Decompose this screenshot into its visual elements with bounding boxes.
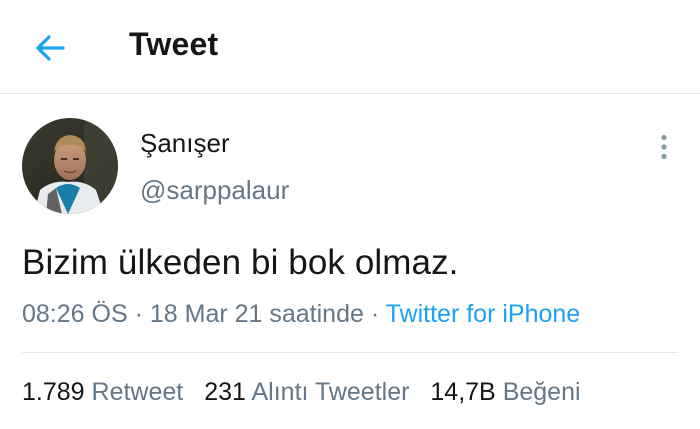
page-title: Tweet <box>129 26 219 62</box>
stat-count: 14,7B <box>430 378 496 406</box>
tweet-date[interactable]: 18 Mar 21 saatinde <box>150 300 364 328</box>
more-vertical-icon <box>661 134 667 160</box>
avatar[interactable] <box>22 118 118 214</box>
tweet-stats: 1.789 Retweet 231 Alıntı Tweetler 14,7B … <box>22 378 595 407</box>
stat-label: Retweet <box>91 378 184 406</box>
back-button[interactable] <box>28 28 72 68</box>
stat-count: 1.789 <box>22 378 85 406</box>
tweet-text: Bizim ülkeden bi bok olmaz. <box>22 243 459 282</box>
like-count[interactable]: 14,7B Beğeni <box>430 378 580 407</box>
tweet-detail-screen: Tweet Şanışer @sarppalaur Bizim ülkeden … <box>0 0 700 429</box>
arrow-left-icon <box>36 35 65 61</box>
stat-label: Alıntı Tweetler <box>251 378 410 406</box>
quote-tweet-count[interactable]: 231 Alıntı Tweetler <box>204 378 409 407</box>
tweet-source-link[interactable]: Twitter for iPhone <box>386 300 581 328</box>
divider <box>22 352 678 353</box>
top-bar: Tweet <box>0 0 700 94</box>
tweet-time[interactable]: 08:26 ÖS <box>22 300 128 328</box>
more-options-button[interactable] <box>650 130 678 164</box>
retweet-count[interactable]: 1.789 Retweet <box>22 378 183 407</box>
tweet-meta: 08:26 ÖS · 18 Mar 21 saatinde · Twitter … <box>22 300 580 329</box>
avatar-photo <box>22 118 118 214</box>
stat-count: 231 <box>204 378 246 406</box>
meta-separator: · <box>363 300 386 328</box>
author-display-name[interactable]: Şanışer <box>140 128 230 159</box>
author-handle[interactable]: @sarppalaur <box>140 175 289 206</box>
meta-separator: · <box>127 300 150 328</box>
stat-label: Beğeni <box>502 378 581 406</box>
